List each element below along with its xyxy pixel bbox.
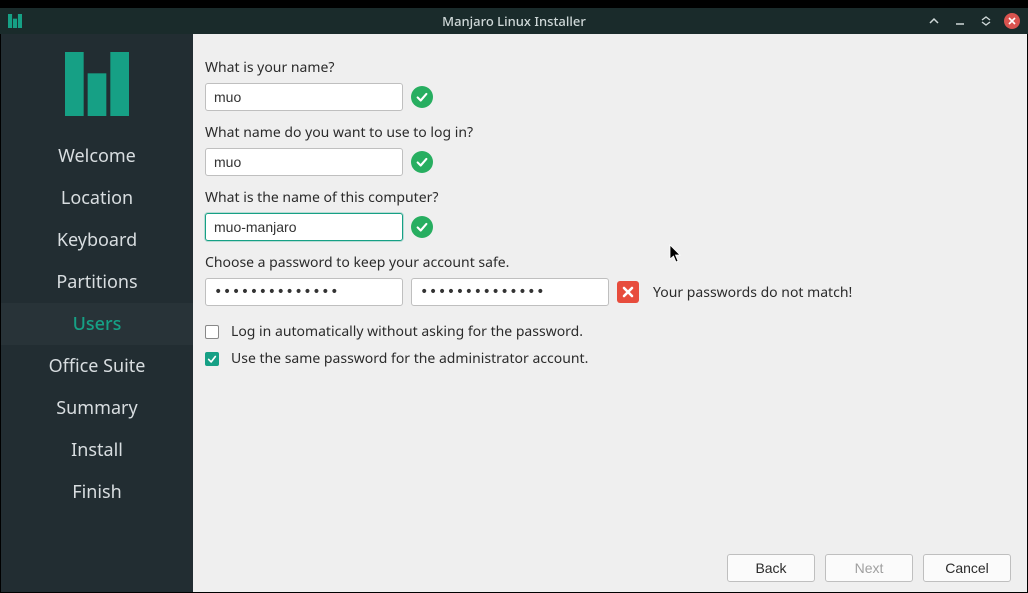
login-name-label: What name do you want to use to log in? (205, 123, 1001, 142)
full-name-label: What is your name? (205, 58, 1001, 77)
password-confirm-input[interactable] (411, 278, 609, 306)
manjaro-app-icon (8, 13, 24, 29)
password-label: Choose a password to keep your account s… (205, 253, 1001, 272)
sidebar-item-location[interactable]: Location (1, 177, 193, 219)
hostname-label: What is the name of this computer? (205, 188, 1001, 207)
users-form: What is your name? What name do you want… (193, 34, 1027, 592)
cancel-button[interactable]: Cancel (923, 554, 1011, 582)
same-admin-password-checkbox[interactable] (205, 352, 219, 366)
window-title: Manjaro Linux Installer (442, 12, 586, 30)
check-icon (411, 216, 433, 238)
window-controls (926, 13, 1028, 29)
sidebar-item-keyboard[interactable]: Keyboard (1, 219, 193, 261)
desktop-menubar-fragment (0, 0, 1028, 8)
minimize-button[interactable] (952, 13, 968, 29)
full-name-input[interactable] (205, 83, 403, 111)
sidebar-item-summary[interactable]: Summary (1, 387, 193, 429)
installer-sidebar: Welcome Location Keyboard Partitions Use… (1, 34, 193, 592)
password-error-text: Your passwords do not match! (653, 283, 852, 302)
same-admin-password-label: Use the same password for the administra… (231, 349, 588, 368)
window-body: Welcome Location Keyboard Partitions Use… (0, 34, 1028, 593)
maximize-button[interactable] (978, 13, 994, 29)
check-icon (411, 86, 433, 108)
sidebar-item-welcome[interactable]: Welcome (1, 135, 193, 177)
sidebar-item-office-suite[interactable]: Office Suite (1, 345, 193, 387)
auto-login-checkbox[interactable] (205, 325, 219, 339)
sidebar-item-partitions[interactable]: Partitions (1, 261, 193, 303)
manjaro-logo-icon (65, 52, 129, 121)
auto-login-label: Log in automatically without asking for … (231, 322, 583, 341)
back-button[interactable]: Back (727, 554, 815, 582)
error-icon (617, 281, 639, 303)
window-titlebar: Manjaro Linux Installer (0, 8, 1028, 34)
login-name-input[interactable] (205, 148, 403, 176)
password-input[interactable] (205, 278, 403, 306)
sidebar-item-install[interactable]: Install (1, 429, 193, 471)
next-button[interactable]: Next (825, 554, 913, 582)
wizard-footer: Back Next Cancel (727, 554, 1011, 582)
sidebar-item-users[interactable]: Users (1, 303, 193, 345)
check-icon (411, 151, 433, 173)
shade-button[interactable] (926, 13, 942, 29)
hostname-input[interactable] (205, 213, 403, 241)
sidebar-item-finish[interactable]: Finish (1, 471, 193, 513)
close-button[interactable] (1004, 13, 1020, 29)
